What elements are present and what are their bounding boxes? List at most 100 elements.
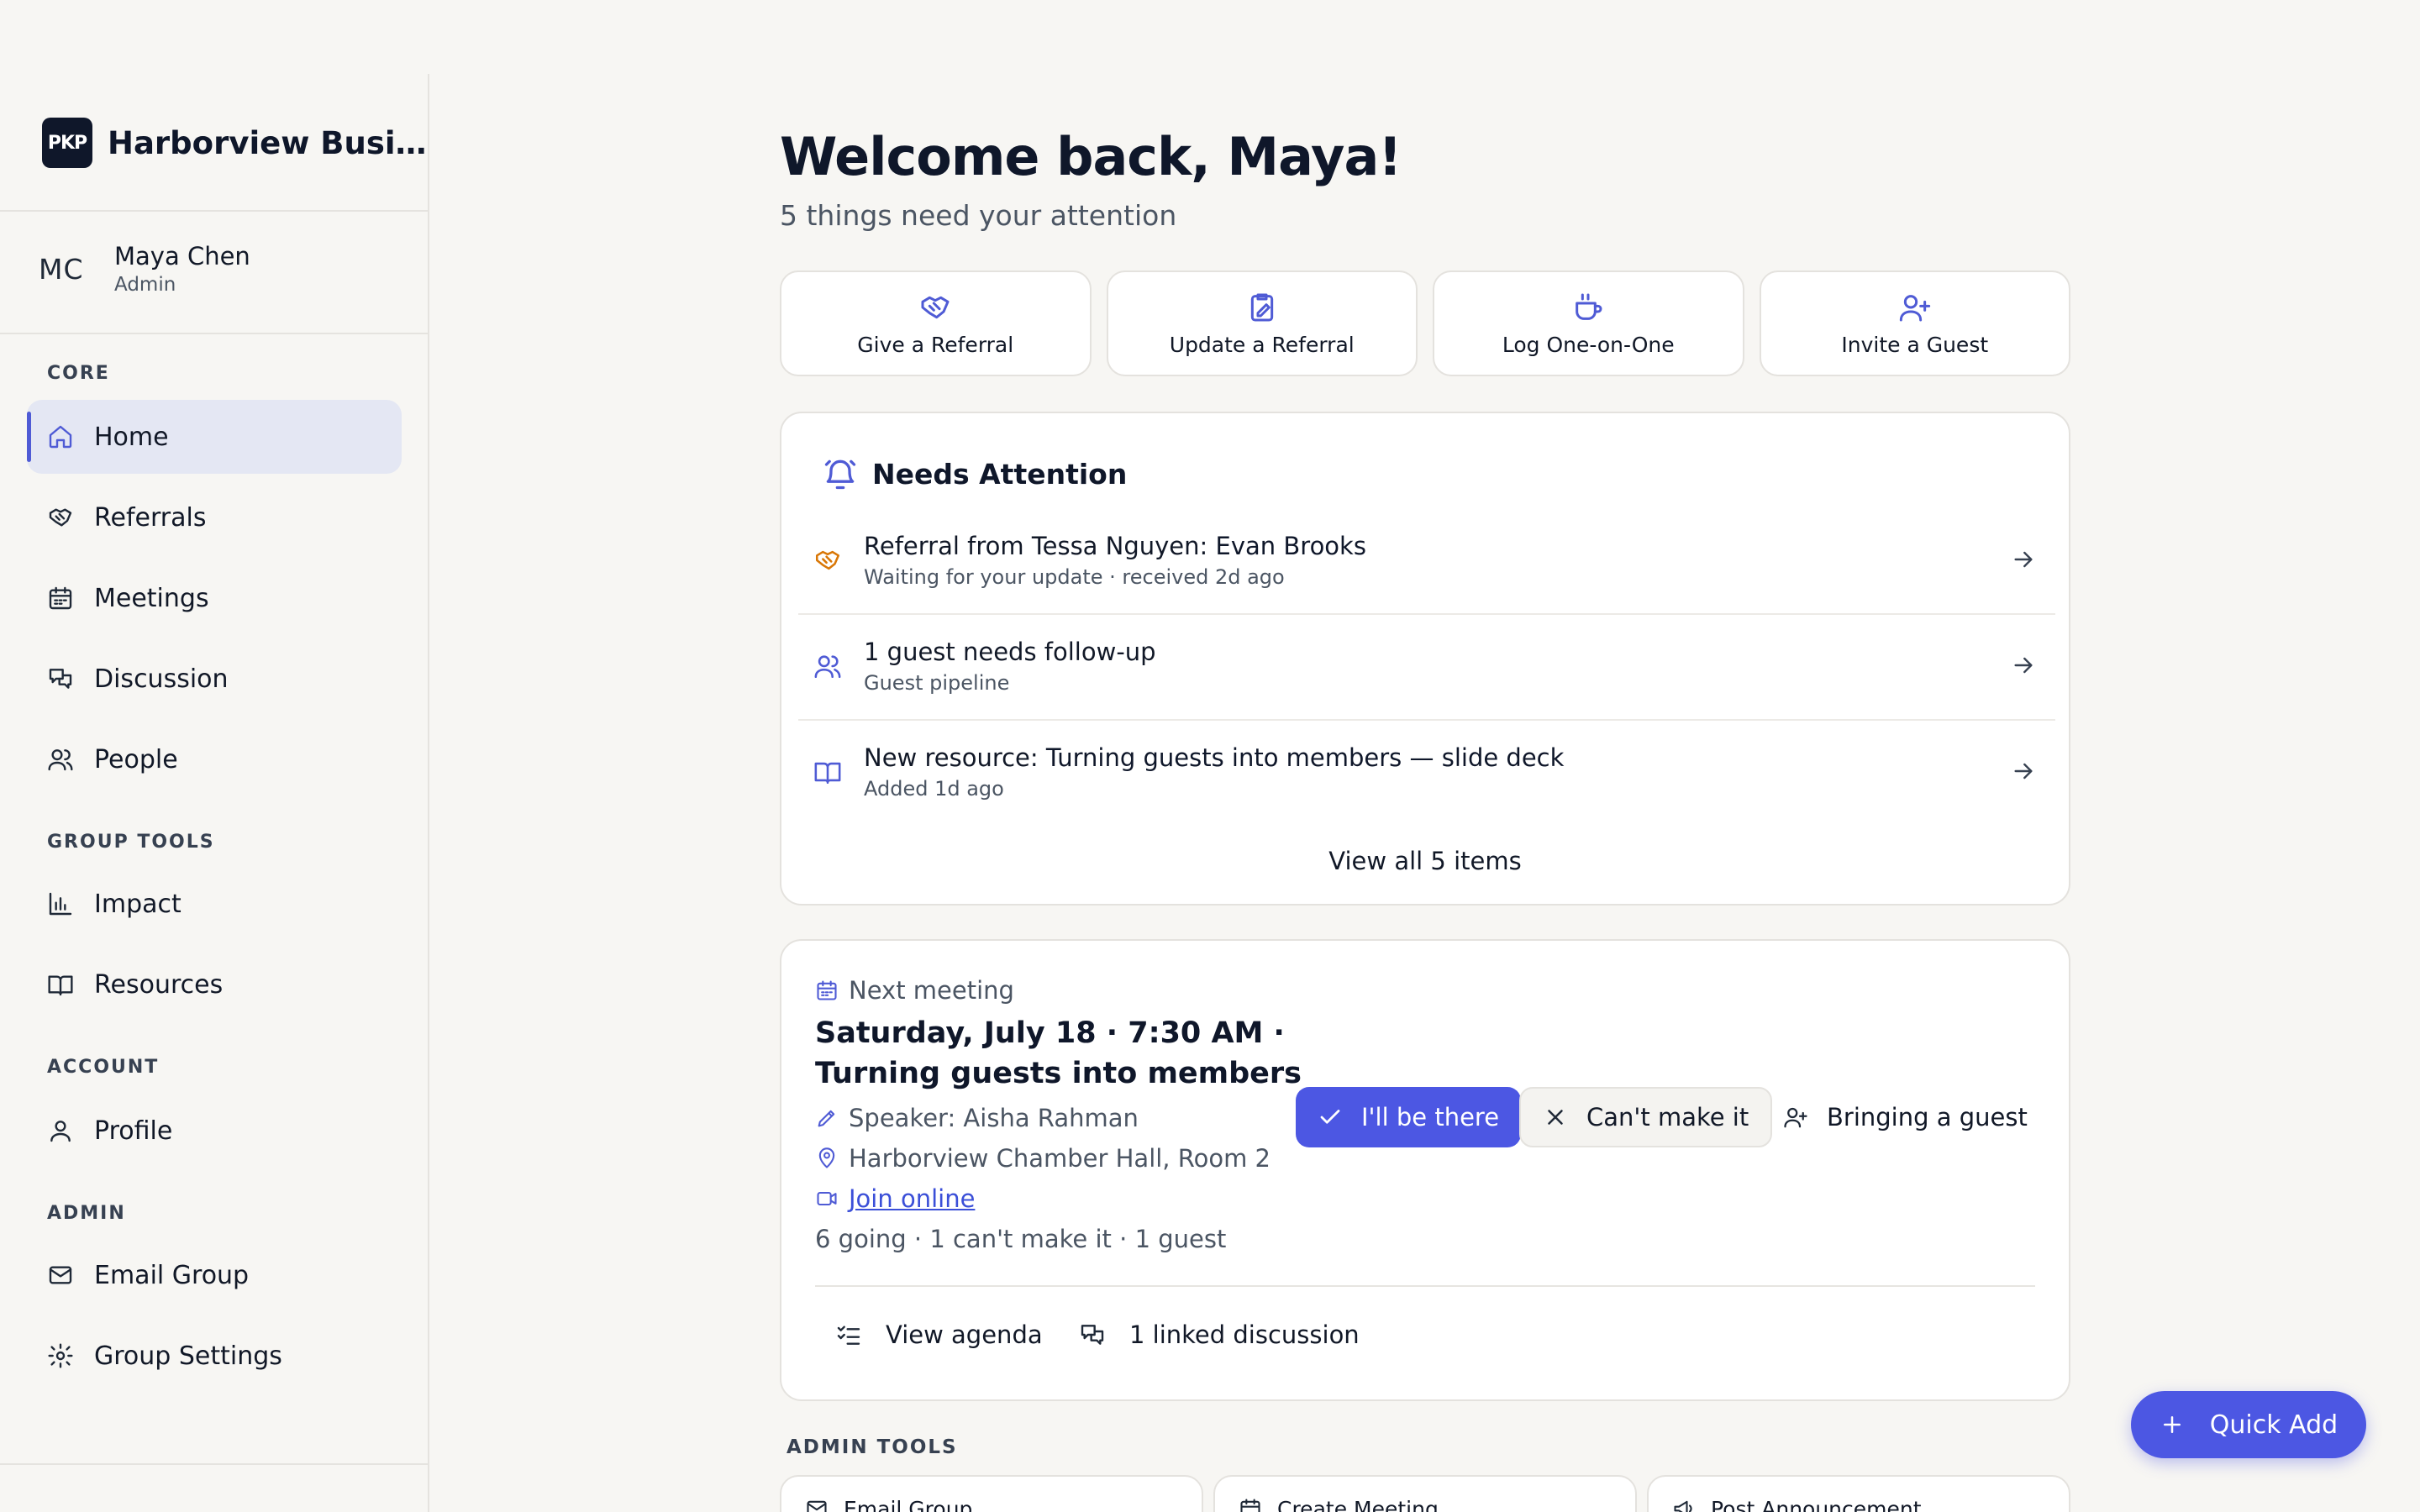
video-icon — [817, 1191, 837, 1206]
action-label: Give a Referral — [857, 332, 1014, 357]
user-role: Admin — [114, 274, 176, 296]
nav-section-group-tools: GROUP TOOLS — [47, 832, 215, 853]
needs-attention-card: Needs Attention Referral from Tessa Nguy… — [780, 412, 2070, 906]
sidebar-divider — [0, 1463, 429, 1465]
sidebar-item-label: Resources — [94, 969, 224, 1000]
book-open-icon — [48, 975, 73, 996]
avatar: MC — [39, 252, 84, 286]
sidebar-item-meetings[interactable]: Meetings — [27, 561, 402, 635]
view-all-link[interactable]: View all 5 items — [781, 847, 2069, 875]
handshake-icon — [921, 296, 950, 318]
clipboard-edit-icon — [1250, 293, 1273, 321]
sidebar-item-label: Home — [94, 422, 169, 452]
sidebar-item-label: People — [94, 744, 178, 774]
admin-post-announcement-card[interactable]: Post Announcement — [1647, 1475, 2070, 1512]
update-referral-button[interactable]: Update a Referral — [1106, 270, 1418, 376]
action-label: Invite a Guest — [1841, 332, 1989, 357]
referral-contact-name: Evan Brooks — [1215, 532, 1366, 560]
meeting-location: Harborview Chamber Hall, Room 2 — [815, 1144, 1270, 1173]
attention-item[interactable]: New resource: Turning guests into member… — [798, 719, 2055, 825]
meeting-speaker: Speaker: Aisha Rahman — [815, 1104, 1139, 1132]
page-subtitle: 5 things need your attention — [780, 199, 1177, 232]
brand[interactable]: PKP Harborview Busi… — [42, 118, 427, 168]
meeting-title[interactable]: Saturday, July 18 · 7:30 AM · Turning gu… — [815, 1013, 1319, 1094]
admin-create-meeting-card[interactable]: Create Meeting — [1213, 1475, 1637, 1512]
card-title: Needs Attention — [872, 457, 1128, 491]
rsvp-yes-button[interactable]: I'll be there — [1296, 1087, 1522, 1147]
attention-item-title: Referral from Tessa Nguyen: Evan Brooks — [864, 532, 1366, 560]
calendar-icon — [817, 980, 837, 1000]
sidebar-item-referrals[interactable]: Referrals — [27, 480, 402, 554]
user-card[interactable]: MC Maya Chen Admin — [39, 242, 250, 296]
meeting-join: Join online — [815, 1184, 975, 1213]
nav-section-admin: ADMIN — [47, 1203, 126, 1224]
sidebar-item-profile[interactable]: Profile — [27, 1094, 402, 1168]
bar-chart-icon — [49, 892, 72, 916]
attention-item-subtitle: Added 1d ago — [864, 777, 1004, 801]
quick-add-button[interactable]: Quick Add — [2131, 1391, 2366, 1458]
map-pin-icon — [818, 1147, 835, 1168]
sidebar-item-email-group[interactable]: Email Group — [27, 1238, 402, 1312]
handshake-icon — [815, 550, 840, 570]
meeting-divider — [815, 1285, 2035, 1287]
chat-bubbles-icon — [49, 669, 72, 689]
sidebar-item-home[interactable]: Home — [27, 400, 402, 474]
action-label: Log One-on-One — [1502, 332, 1675, 357]
nav-section-core: CORE — [47, 363, 110, 384]
sidebar-item-label: Meetings — [94, 583, 209, 613]
sidebar-item-people[interactable]: People — [27, 722, 402, 796]
attention-item[interactable]: 1 guest needs follow-up Guest pipeline — [798, 613, 2055, 719]
give-referral-button[interactable]: Give a Referral — [780, 270, 1092, 376]
coffee-cup-icon — [1576, 293, 1602, 320]
sidebar-item-label: Email Group — [94, 1260, 250, 1290]
arrow-right-icon — [2014, 763, 2033, 780]
sidebar-item-discussion[interactable]: Discussion — [27, 642, 402, 716]
next-meeting-card: Next meeting Saturday, July 18 · 7:30 AM… — [780, 939, 2070, 1401]
log-one-on-one-button[interactable]: Log One-on-One — [1433, 270, 1744, 376]
rsvp-guest-button[interactable]: Bringing a guest — [1761, 1087, 2049, 1147]
sidebar-item-impact[interactable]: Impact — [27, 867, 402, 941]
mail-icon — [807, 1500, 827, 1512]
needs-attention-header: Needs Attention — [822, 455, 1127, 492]
admin-email-group-card[interactable]: Email Group — [780, 1475, 1203, 1512]
pen-icon — [818, 1110, 835, 1127]
calendar-icon — [49, 586, 72, 610]
sidebar: PKP Harborview Busi… MC Maya Chen Admin … — [0, 74, 429, 1512]
sidebar-item-label: Discussion — [94, 664, 229, 694]
user-icon — [50, 1121, 71, 1142]
sidebar-item-resources[interactable]: Resources — [27, 948, 402, 1021]
attention-item-title: 1 guest needs follow-up — [864, 638, 1156, 666]
arrow-right-icon — [2014, 657, 2033, 674]
rsvp-no-button[interactable]: Can't make it — [1519, 1087, 1773, 1147]
rsvp-counts: 6 going · 1 can't make it · 1 guest — [815, 1225, 1227, 1253]
next-meeting-label: Next meeting — [815, 976, 1014, 1005]
mail-icon — [49, 1266, 72, 1284]
join-online-link[interactable]: Join online — [849, 1184, 975, 1213]
handshake-icon — [49, 508, 72, 527]
action-label: Update a Referral — [1169, 332, 1355, 357]
view-agenda-button[interactable]: View agenda — [835, 1320, 1043, 1349]
bell-ringing-icon — [824, 459, 856, 490]
megaphone-icon — [1674, 1500, 1692, 1512]
gear-icon — [48, 1343, 73, 1368]
sidebar-divider — [0, 333, 429, 334]
invite-guest-button[interactable]: Invite a Guest — [1759, 270, 2070, 376]
plus-icon — [2163, 1416, 2181, 1433]
sidebar-divider — [0, 210, 429, 212]
people-icon — [814, 655, 841, 679]
user-plus-icon — [1784, 1107, 1807, 1128]
sidebar-item-group-settings[interactable]: Group Settings — [27, 1319, 402, 1393]
resource-name: Turning guests into members — slide deck — [1045, 743, 1565, 772]
attention-item[interactable]: Referral from Tessa Nguyen: Evan Brooks … — [798, 507, 2055, 613]
sidebar-item-label: Profile — [94, 1116, 173, 1146]
user-plus-icon — [1899, 294, 1930, 321]
people-icon — [48, 749, 73, 771]
quick-actions: Give a Referral Update a Referral Log On… — [780, 270, 2070, 376]
checklist-icon — [837, 1326, 860, 1345]
home-icon — [49, 425, 72, 449]
page-title: Welcome back, Maya! — [780, 126, 1402, 187]
nav-section-account: ACCOUNT — [47, 1057, 160, 1078]
linked-discussion-button[interactable]: 1 linked discussion — [1079, 1320, 1360, 1349]
chat-bubbles-icon — [1081, 1325, 1104, 1345]
arrow-right-icon — [2014, 551, 2033, 568]
